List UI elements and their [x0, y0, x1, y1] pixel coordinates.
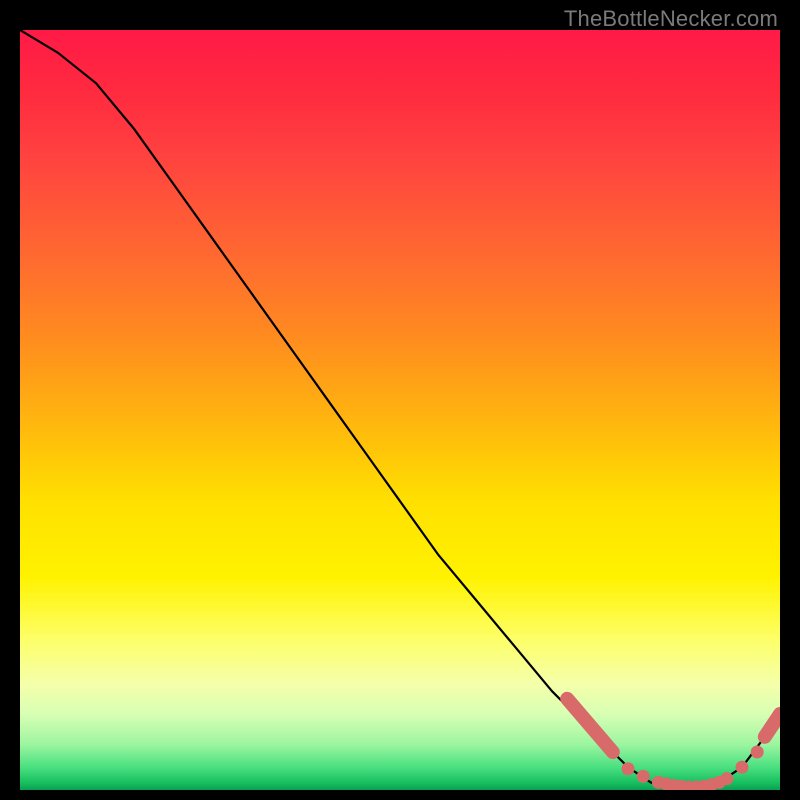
plot-area [20, 30, 780, 790]
chart-frame: TheBottleNecker.com [0, 0, 800, 800]
floor-dots [622, 746, 764, 791]
highlight-segments [567, 699, 780, 752]
watermark-text: TheBottleNecker.com [564, 6, 778, 32]
bottleneck-curve [20, 30, 780, 790]
chart-svg [20, 30, 780, 790]
